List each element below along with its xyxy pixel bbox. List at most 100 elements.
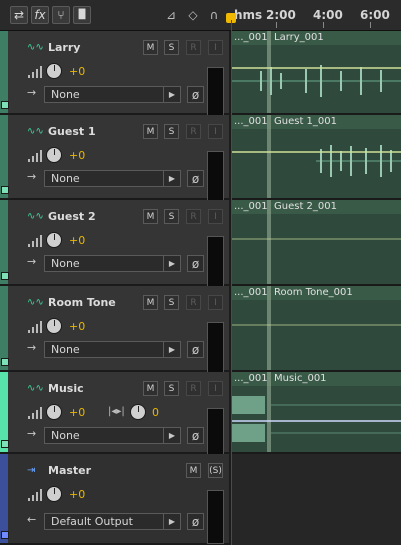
phase-invert-button[interactable]: ø (187, 170, 204, 187)
mute-button[interactable]: M (143, 209, 158, 224)
clip-boundary[interactable] (267, 200, 271, 284)
solo-button[interactable]: S (164, 295, 179, 310)
track-color-strip (0, 31, 9, 113)
mute-button[interactable]: M (186, 463, 201, 478)
metronome-icon[interactable]: ⊿ (163, 7, 179, 23)
output-arrow-icon: → (27, 255, 37, 268)
mute-button[interactable]: M (143, 40, 158, 55)
volume-envelope[interactable] (231, 67, 401, 69)
clip-boundary[interactable] (267, 286, 271, 370)
keyframe-icon[interactable]: ◇ (185, 7, 201, 23)
track-color-strip (0, 454, 9, 543)
headphones-icon[interactable]: ∩ (206, 7, 222, 23)
volume-knob[interactable] (46, 318, 62, 334)
track-select-square[interactable] (1, 531, 9, 539)
monitor-input-button[interactable]: I (208, 209, 223, 224)
phase-invert-button[interactable]: ø (187, 427, 204, 444)
output-select[interactable]: Default Output ▶ (44, 513, 181, 530)
pan-value[interactable]: 0 (152, 406, 159, 419)
solo-button[interactable]: S (164, 381, 179, 396)
track-select-square[interactable] (1, 272, 9, 280)
volume-knob[interactable] (46, 232, 62, 248)
clip-label: Guest 2_001 (274, 201, 337, 212)
volume-knob[interactable] (46, 147, 62, 163)
volume-value[interactable]: +0 (69, 234, 85, 247)
clip-label: ..._001 (234, 201, 268, 212)
monitor-input-button[interactable]: I (208, 381, 223, 396)
record-arm-button[interactable]: R (186, 40, 201, 55)
volume-value[interactable]: +0 (69, 406, 85, 419)
monitor-input-button[interactable]: I (208, 295, 223, 310)
ruler-label: 6:00 (360, 8, 390, 22)
fx-icon[interactable]: fx (31, 6, 49, 24)
track-lane-guest-2[interactable]: ..._001 Guest 2_001 (231, 200, 401, 286)
mute-button[interactable]: M (143, 124, 158, 139)
volume-envelope[interactable] (231, 151, 401, 153)
track-lane-room-tone[interactable]: ..._001 Room Tone_001 (231, 286, 401, 372)
solo-button[interactable]: S (164, 40, 179, 55)
chevron-right-icon: ▶ (163, 87, 180, 102)
monitor-input-button[interactable]: I (208, 40, 223, 55)
volume-knob[interactable] (46, 63, 62, 79)
track-name[interactable]: Music (48, 382, 84, 395)
volume-envelope[interactable] (231, 324, 401, 326)
record-arm-button[interactable]: R (186, 295, 201, 310)
track-name[interactable]: Room Tone (48, 296, 116, 309)
track-name[interactable]: Guest 2 (48, 210, 96, 223)
track-select-square[interactable] (1, 440, 9, 448)
output-arrow-icon: → (27, 427, 37, 440)
phase-invert-button[interactable]: ø (187, 341, 204, 358)
solo-button[interactable]: S (164, 124, 179, 139)
volume-icon (28, 321, 42, 333)
output-select-value: None (51, 257, 80, 270)
clip-label: ..._001 (234, 373, 268, 384)
branch-icon[interactable]: ⑂ (52, 6, 70, 24)
clip-label: Guest 1_001 (274, 116, 337, 127)
track-select-square[interactable] (1, 101, 9, 109)
volume-envelope[interactable] (231, 420, 401, 422)
record-arm-button[interactable]: R (186, 381, 201, 396)
solo-button[interactable]: S (164, 209, 179, 224)
track-header-larry: ∿∿ Larry M S R I +0 → None ▶ ø (0, 31, 229, 121)
track-color-strip (0, 286, 9, 370)
volume-value[interactable]: +0 (69, 320, 85, 333)
solo-button[interactable]: (S) (208, 463, 223, 478)
track-lane-music[interactable]: ..._001 Music_001 (231, 372, 401, 454)
record-arm-button[interactable]: R (186, 209, 201, 224)
volume-value[interactable]: +0 (69, 149, 85, 162)
clip-label: Larry_001 (274, 32, 324, 43)
output-select[interactable]: None ▶ (44, 255, 181, 272)
mute-button[interactable]: M (143, 295, 158, 310)
level-meter (207, 151, 224, 205)
phase-invert-button[interactable]: ø (187, 255, 204, 272)
volume-envelope[interactable] (231, 238, 401, 240)
output-select[interactable]: None ▶ (44, 86, 181, 103)
phase-invert-button[interactable]: ø (187, 86, 204, 103)
volume-value[interactable]: +0 (69, 65, 85, 78)
record-arm-button[interactable]: R (186, 124, 201, 139)
output-select[interactable]: None ▶ (44, 170, 181, 187)
mute-button[interactable]: M (143, 381, 158, 396)
output-select[interactable]: None ▶ (44, 341, 181, 358)
phase-invert-button[interactable]: ø (187, 513, 204, 530)
track-lane-guest-1[interactable]: ..._001 Guest 1_001 (231, 115, 401, 200)
track-select-square[interactable] (1, 186, 9, 194)
track-name[interactable]: Guest 1 (48, 125, 96, 138)
pan-knob[interactable] (130, 404, 146, 420)
track-lane-larry[interactable]: ..._001 Larry_001 (231, 31, 401, 115)
track-color-strip (0, 200, 9, 284)
track-name[interactable]: Larry (48, 41, 80, 54)
track-select-square[interactable] (1, 358, 9, 366)
output-select[interactable]: None ▶ (44, 427, 181, 444)
level-meter (207, 322, 224, 376)
volume-icon (28, 235, 42, 247)
volume-value[interactable]: +0 (69, 488, 85, 501)
waveform-icon: ∿∿ (27, 297, 44, 308)
bars-icon[interactable]: ▐▌ (73, 6, 91, 24)
time-ruler[interactable]: hms 2:00 4:00 6:00 (230, 0, 401, 30)
monitor-input-button[interactable]: I (208, 124, 223, 139)
track-name[interactable]: Master (48, 464, 91, 477)
swap-icon[interactable]: ⇄ (10, 6, 28, 24)
volume-knob[interactable] (46, 404, 62, 420)
volume-knob[interactable] (46, 486, 62, 502)
